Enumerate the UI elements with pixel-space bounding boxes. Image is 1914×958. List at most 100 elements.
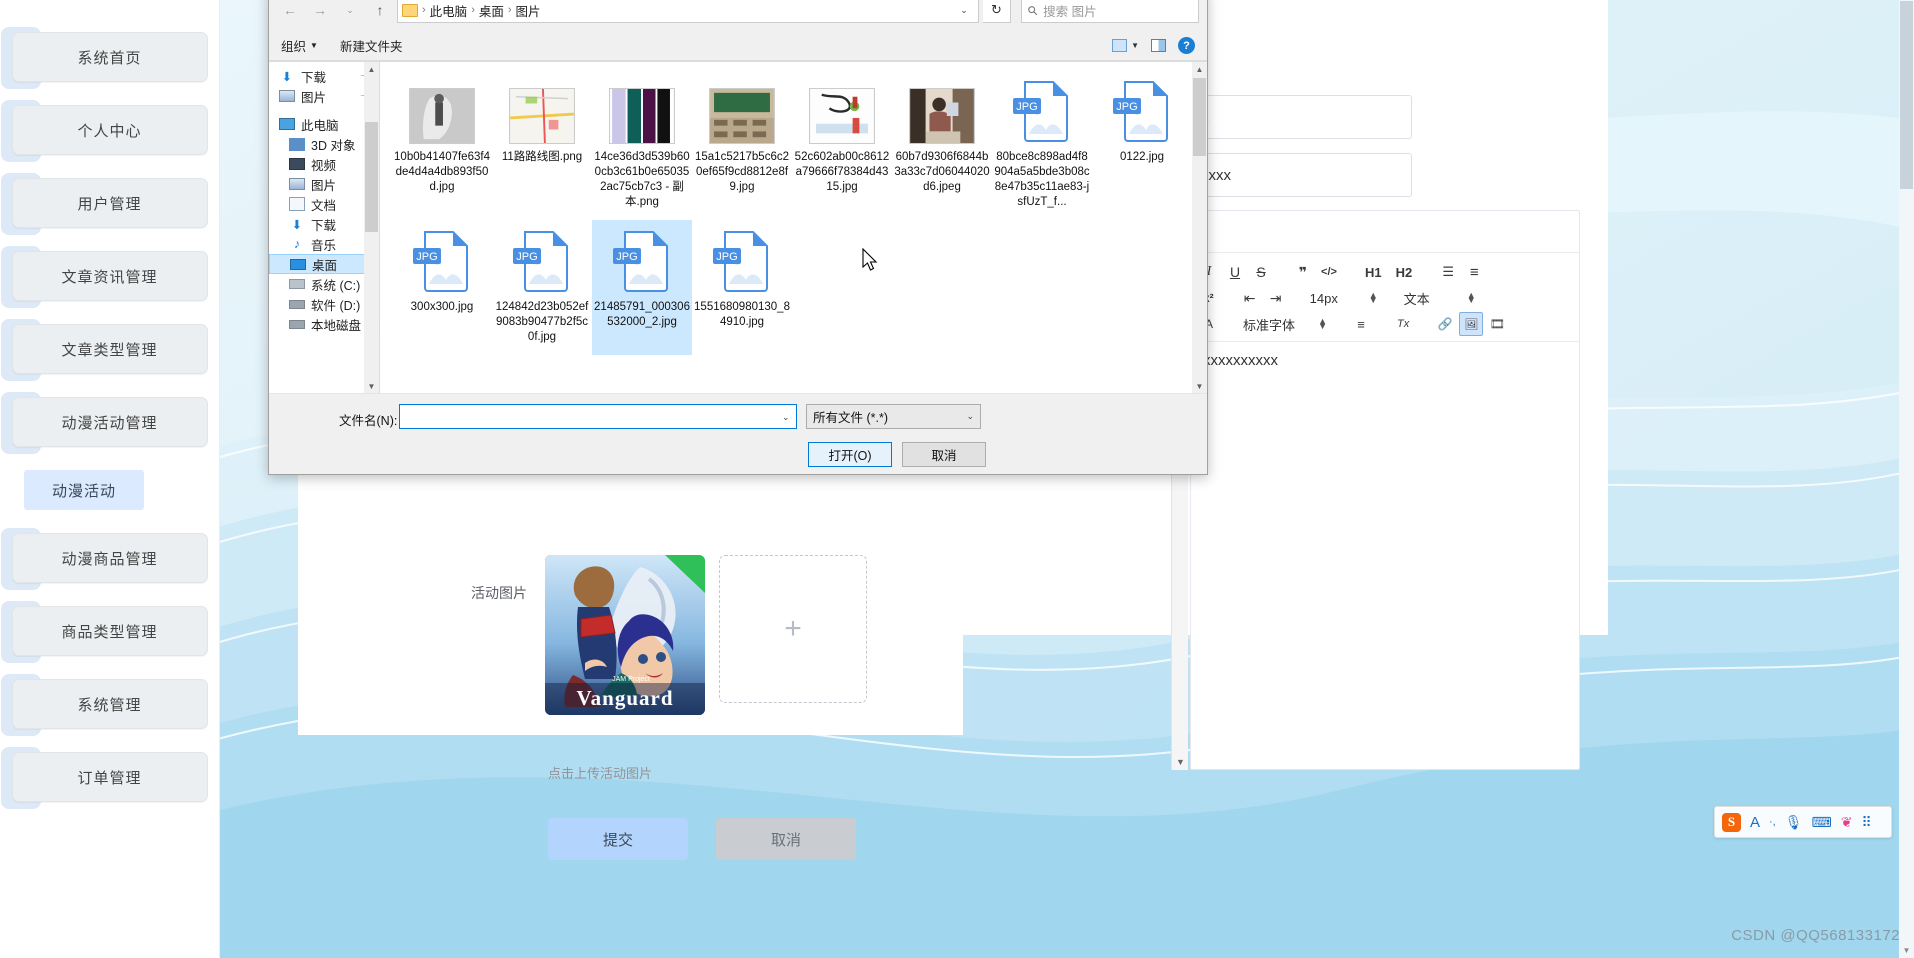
tree-scrollbar-thumb[interactable]	[365, 122, 378, 232]
sidebar-subitem-anime-activity[interactable]: 动漫活动	[24, 470, 144, 510]
sidebar-item-order-management[interactable]: 订单管理	[0, 747, 208, 809]
file-item-selected[interactable]: JPG 21485791_000306532000_2.jpg	[592, 220, 692, 355]
skin-icon[interactable]: ❦	[1841, 814, 1853, 831]
voice-input-icon[interactable]: 🎙	[1785, 814, 1803, 831]
file-item[interactable]: JPG 124842d23b052ef9083b90477b2f5c0f.jpg	[492, 220, 592, 355]
font-size-select[interactable]: 14px ▲ ▼	[1306, 291, 1382, 306]
file-item[interactable]: JPG 0122.jpg	[1092, 70, 1192, 220]
link-icon[interactable]: 🔗	[1433, 312, 1457, 336]
scroll-down-arrow-icon[interactable]: ▼	[1192, 379, 1207, 393]
up-arrow-icon[interactable]: ↑	[367, 0, 393, 22]
scroll-down-arrow-icon[interactable]: ▼	[364, 379, 379, 394]
preview-pane-icon[interactable]	[1151, 39, 1166, 52]
file-item[interactable]: JPG 80bce8c898ad4f8904a5a5bde3b08c8e47b3…	[992, 70, 1092, 220]
page-scrollbar[interactable]: ▼	[1899, 0, 1914, 958]
text-field-a[interactable]: x	[1190, 95, 1412, 139]
scroll-up-arrow-icon[interactable]: ▲	[1192, 62, 1207, 77]
text-field-b[interactable]: xxxx	[1190, 153, 1412, 197]
chevron-down-icon[interactable]: ▼	[1131, 41, 1139, 50]
tree-item-downloads-quick[interactable]: ⬇ 下载 📌	[269, 66, 379, 86]
breadcrumb[interactable]: › 此电脑 › 桌面 › 图片 ⌄	[397, 0, 979, 23]
sidebar-item-goods-type-management[interactable]: 商品类型管理	[0, 601, 208, 663]
tree-item-3d-objects[interactable]: 3D 对象	[269, 134, 379, 154]
submit-button[interactable]: 提交	[548, 818, 688, 860]
file-list-scrollbar-thumb[interactable]	[1193, 78, 1206, 156]
video-icon[interactable]: 🎞	[1485, 312, 1509, 336]
editor-content-area[interactable]: xxxxxxxxxx	[1191, 342, 1579, 379]
page-scroll-down-arrow-icon[interactable]: ▼	[1899, 943, 1914, 958]
sidebar-item-home[interactable]: 系统首页	[0, 27, 208, 89]
indent-icon[interactable]: ⇥	[1264, 286, 1288, 310]
scroll-down-arrow-icon[interactable]: ▼	[1172, 753, 1189, 770]
file-item[interactable]: 15a1c5217b5c6c20ef65f9cd8812e8f9.jpg	[692, 70, 792, 220]
sidebar-item-article-type-management[interactable]: 文章类型管理	[0, 319, 208, 381]
heading-2-icon[interactable]: H2	[1390, 260, 1419, 284]
sidebar-item-system-management[interactable]: 系统管理	[0, 674, 208, 736]
sidebar-item-personal-center[interactable]: 个人中心	[0, 100, 208, 162]
filename-input[interactable]	[399, 404, 797, 429]
file-item[interactable]: JPG 1551680980130_84910.jpg	[692, 220, 792, 355]
help-icon[interactable]: ?	[1178, 37, 1195, 54]
tree-item-drive-c[interactable]: 系统 (C:)	[269, 274, 379, 294]
sidebar-item-anime-goods-management[interactable]: 动漫商品管理	[0, 528, 208, 590]
punctuation-icon[interactable]: ·,	[1769, 816, 1776, 828]
scroll-up-arrow-icon[interactable]: ▲	[364, 62, 379, 77]
toolbox-icon[interactable]: ⠿	[1861, 814, 1871, 831]
breadcrumb-item-computer[interactable]: 此电脑	[430, 1, 468, 20]
tree-item-desktop[interactable]: 桌面	[269, 254, 379, 274]
breadcrumb-dropdown-icon[interactable]: ⌄	[954, 5, 974, 16]
ordered-list-icon[interactable]: ☰	[1436, 260, 1460, 284]
breadcrumb-item-desktop[interactable]: 桌面	[479, 1, 504, 20]
align-icon[interactable]: ≡	[1349, 312, 1373, 336]
refresh-icon[interactable]: ↻	[983, 0, 1011, 23]
breadcrumb-item-pictures[interactable]: 图片	[516, 1, 541, 20]
file-item[interactable]: JPG 300x300.jpg	[392, 220, 492, 355]
file-item[interactable]: 60b7d9306f6844b3a33c7d06044020d6.jpeg	[892, 70, 992, 220]
sidebar-item-anime-activity-management[interactable]: 动漫活动管理	[0, 392, 208, 454]
dialog-cancel-button[interactable]: 取消	[902, 442, 986, 467]
tree-scrollbar[interactable]: ▲ ▼	[364, 62, 379, 394]
bullet-list-icon[interactable]: ≡	[1462, 260, 1486, 284]
blockquote-icon[interactable]: ❞	[1291, 260, 1315, 284]
text-style-select[interactable]: 文本 ▲ ▼	[1400, 289, 1480, 308]
tree-item-videos[interactable]: 视频	[269, 154, 379, 174]
file-item[interactable]: 10b0b41407fe63f4de4d4a4db893f50d.jpg	[392, 70, 492, 220]
view-icon[interactable]	[1112, 39, 1128, 52]
tree-item-music[interactable]: ♪ 音乐	[269, 234, 379, 254]
back-arrow-icon[interactable]: ←	[277, 0, 303, 22]
font-family-select[interactable]: 标准字体 ▲ ▼	[1239, 315, 1331, 334]
sidebar-item-user-management[interactable]: 用户管理	[0, 173, 208, 235]
clear-format-icon[interactable]: Tx	[1391, 312, 1415, 336]
cancel-button[interactable]: 取消	[716, 818, 856, 860]
file-item[interactable]: 14ce36d3d539b600cb3c61b0e650352ac75cb7c3…	[592, 70, 692, 220]
file-list-scrollbar[interactable]: ▲ ▼	[1192, 62, 1207, 393]
activity-image-thumbnail[interactable]: Vanguard JAM Project	[545, 555, 705, 715]
sogou-logo-icon[interactable]: S	[1722, 812, 1741, 832]
heading-1-icon[interactable]: H1	[1359, 260, 1388, 284]
new-folder-button[interactable]: 新建文件夹	[340, 36, 403, 55]
tree-item-downloads[interactable]: ⬇ 下载	[269, 214, 379, 234]
image-icon[interactable]: 🖼	[1459, 312, 1484, 336]
code-block-icon[interactable]: </>	[1317, 260, 1341, 284]
file-item[interactable]: 11路路线图.png	[492, 70, 592, 220]
organize-button[interactable]: 组织 ▼	[281, 36, 318, 55]
tree-item-documents[interactable]: 文档	[269, 194, 379, 214]
add-image-button[interactable]: +	[719, 555, 867, 703]
tree-item-this-pc[interactable]: 此电脑	[269, 114, 379, 134]
soft-keyboard-icon[interactable]: ⌨	[1812, 814, 1832, 831]
forward-arrow-icon[interactable]: →	[307, 0, 333, 22]
file-type-filter-select[interactable]: 所有文件 (*.*) ⌄	[806, 404, 981, 429]
outdent-icon[interactable]: ⇤	[1238, 286, 1262, 310]
file-item[interactable]: 52c602ab00c8612a79666f78384d4315.jpg	[792, 70, 892, 220]
tree-item-drive-f[interactable]: 本地磁盘 (F:)	[269, 314, 384, 334]
search-input[interactable]: ⚲ 搜索 图片	[1021, 0, 1199, 23]
open-button[interactable]: 打开(O)	[808, 442, 892, 467]
sidebar-item-article-management[interactable]: 文章资讯管理	[0, 246, 208, 308]
strikethrough-icon[interactable]: S	[1249, 260, 1273, 284]
tree-item-drive-d[interactable]: 软件 (D:)	[269, 294, 379, 314]
history-dropdown-icon[interactable]: ⌄	[337, 0, 363, 22]
page-scrollbar-thumb[interactable]	[1900, 1, 1913, 189]
underline-icon[interactable]: U	[1223, 260, 1247, 284]
tree-item-pictures-quick[interactable]: 图片 📌	[269, 86, 379, 106]
tree-item-pictures[interactable]: 图片	[269, 174, 379, 194]
